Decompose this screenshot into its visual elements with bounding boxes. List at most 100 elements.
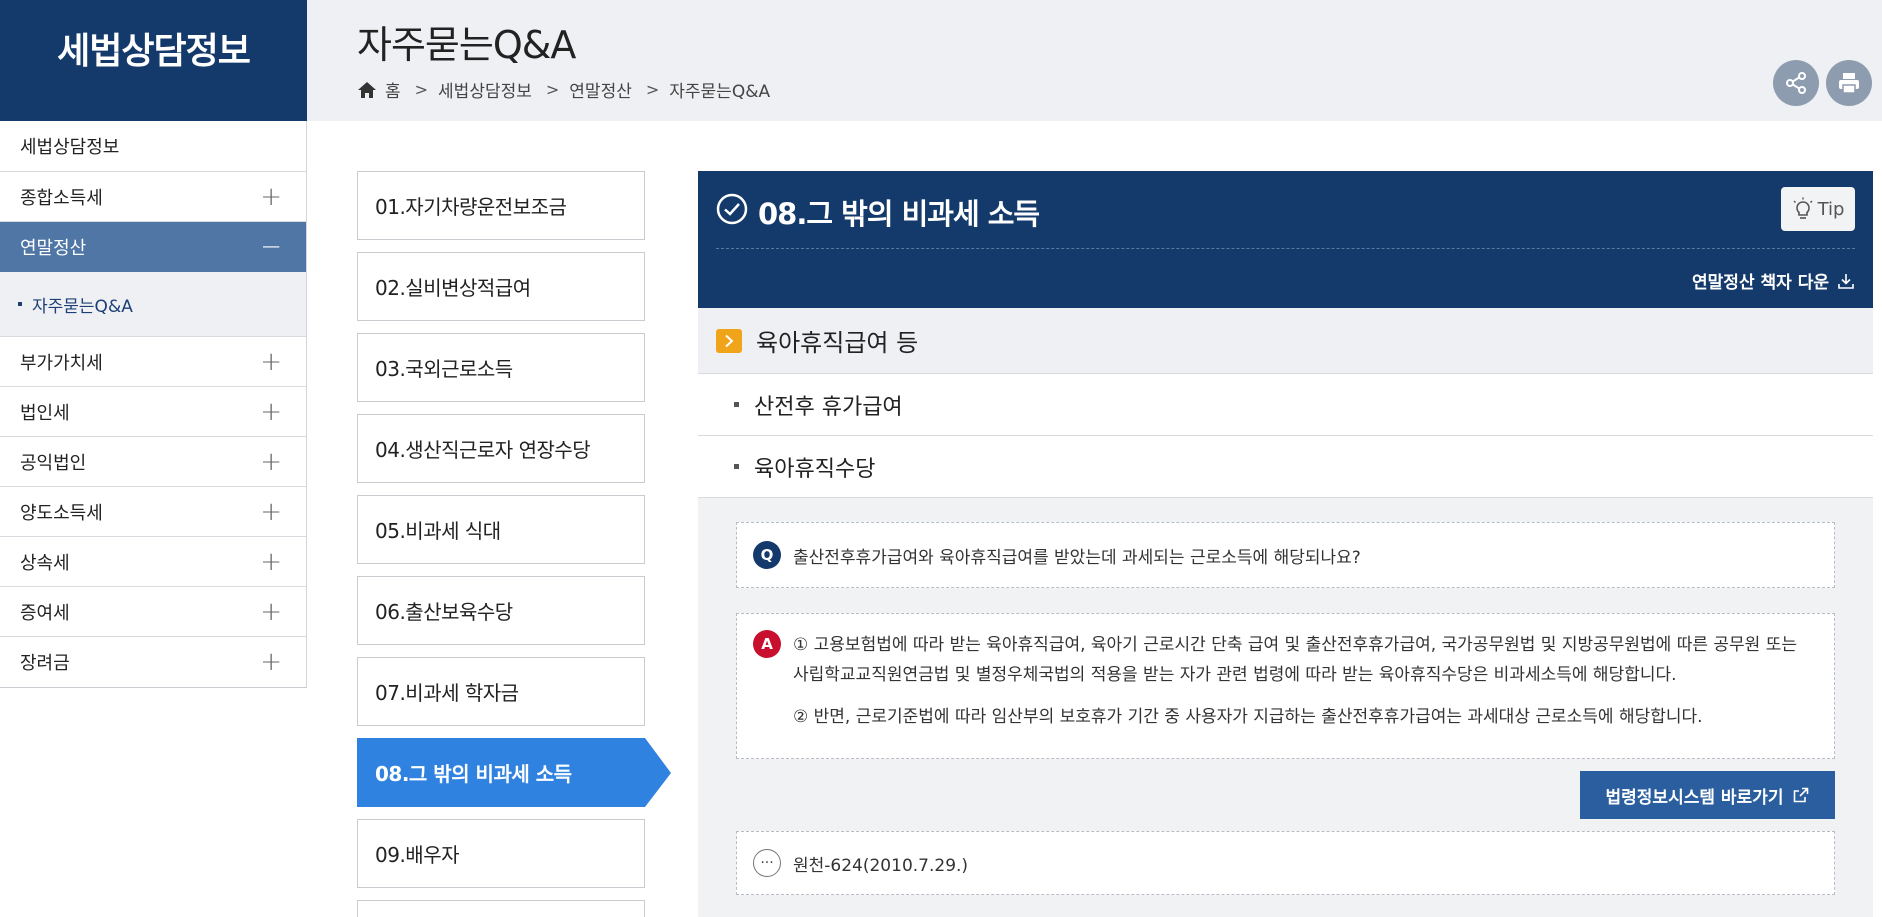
chevron-right-icon: > xyxy=(414,80,429,99)
expand-icon[interactable]: + xyxy=(260,399,282,425)
sidebar-item-label: 부가가치세 xyxy=(20,352,103,374)
reference-box: ··· 원천-624(2010.7.29.) xyxy=(736,831,1835,895)
sidebar-item-year-end-settlement[interactable]: 연말정산 − xyxy=(0,222,306,272)
category-label: 06.출산보육수당 xyxy=(375,600,513,624)
bullet-icon xyxy=(18,302,22,306)
expand-icon[interactable]: + xyxy=(260,499,282,525)
chevron-right-icon: > xyxy=(545,80,560,99)
sidebar-item-label: 장려금 xyxy=(20,653,70,674)
external-link-icon xyxy=(1794,787,1809,803)
category-list: 01.자기차량운전보조금 02.실비변상적급여 03.국외근로소득 04.생산직… xyxy=(357,171,671,917)
page-title: 자주묻는Q&A xyxy=(357,23,576,67)
sidebar-item-corporate-tax[interactable]: 법인세 + xyxy=(0,387,306,437)
download-label: 연말정산 책자 다운 xyxy=(1692,273,1829,293)
sidebar-item-tax-consult[interactable]: 세법상담정보 xyxy=(0,121,306,172)
breadcrumb: 홈 > 세법상담정보 > 연말정산 > 자주묻는Q&A xyxy=(357,77,770,102)
check-circle-icon xyxy=(716,193,748,225)
content-header: 08.그 밖의 비과세 소득 Tip 연말정산 책자 다운 xyxy=(698,171,1873,308)
sidebar-item-label: 세법상담정보 xyxy=(20,137,120,158)
expand-icon[interactable]: + xyxy=(260,349,282,375)
home-icon[interactable] xyxy=(357,81,377,99)
section-header[interactable]: 육아휴직급여 등 xyxy=(698,308,1873,374)
sidebar-item-vat[interactable]: 부가가치세 + xyxy=(0,337,306,387)
print-icon xyxy=(1839,73,1859,94)
expand-icon[interactable]: + xyxy=(260,649,282,675)
tip-label: Tip xyxy=(1817,198,1845,220)
sub-topic-label: 육아휴직수당 xyxy=(754,456,876,482)
expand-icon[interactable]: + xyxy=(260,449,282,475)
category-item[interactable]: 06.출산보육수당 xyxy=(357,576,645,645)
sidebar-nav: 세법상담정보 종합소득세 + 연말정산 − 자주묻는Q&A 부가가치세 + 법인… xyxy=(0,121,307,688)
answer-paragraph: ② 반면, 근로기준법에 따라 임산부의 보호휴가 기간 중 사용자가 지급하는… xyxy=(793,707,1703,727)
sidebar-item-public-interest[interactable]: 공익법인 + xyxy=(0,437,306,487)
reference-text: 원천-624(2010.7.29.) xyxy=(793,855,969,876)
collapse-icon[interactable]: − xyxy=(260,234,282,260)
sidebar-item-transfer-tax[interactable]: 양도소득세 + xyxy=(0,487,306,537)
sidebar-item-label: 연말정산 xyxy=(20,238,87,259)
download-book-link[interactable]: 연말정산 책자 다운 xyxy=(1692,268,1855,293)
bullet-icon xyxy=(734,464,739,469)
breadcrumb-item[interactable]: 세법상담정보 xyxy=(438,77,532,102)
category-label: 04.생산직근로자 연장수당 xyxy=(375,438,591,462)
sidebar-item-label: 증여세 xyxy=(20,602,70,624)
sidebar-item-gift-tax[interactable]: 증여세 + xyxy=(0,587,306,637)
category-item-active[interactable]: 08.그 밖의 비과세 소득 xyxy=(357,738,671,807)
category-item[interactable]: 03.국외근로소득 xyxy=(357,333,645,402)
category-item[interactable]: 07.비과세 학자금 xyxy=(357,657,645,726)
category-label: 05.비과세 식대 xyxy=(375,519,501,543)
sidebar-item-incentive[interactable]: 장려금 + xyxy=(0,637,306,687)
sidebar-item-label: 양도소득세 xyxy=(20,502,103,524)
more-icon: ··· xyxy=(753,849,781,877)
category-label: 09.배우자 xyxy=(375,843,460,867)
law-system-button[interactable]: 법령정보시스템 바로가기 xyxy=(1580,771,1835,819)
category-label: 01.자기차량운전보조금 xyxy=(375,195,567,219)
content-title: 08.그 밖의 비과세 소득 xyxy=(758,197,1040,231)
share-icon xyxy=(1786,72,1806,94)
site-brand[interactable]: 세법상담정보 xyxy=(0,0,307,121)
sidebar-item-label: 공익법인 xyxy=(20,452,87,474)
question-badge: Q xyxy=(753,541,781,569)
chevron-right-icon xyxy=(716,328,742,353)
sub-topic-item[interactable]: 산전후 휴가급여 xyxy=(698,374,1873,436)
breadcrumb-item[interactable]: 연말정산 xyxy=(569,77,632,102)
expand-icon[interactable]: + xyxy=(260,184,282,210)
category-label: 08.그 밖의 비과세 소득 xyxy=(375,762,572,786)
sidebar-subitem-label: 자주묻는Q&A xyxy=(32,296,133,317)
brand-title: 세법상담정보 xyxy=(57,31,251,72)
print-button[interactable] xyxy=(1826,60,1872,106)
sidebar-item-income-tax[interactable]: 종합소득세 + xyxy=(0,172,306,222)
expand-icon[interactable]: + xyxy=(260,599,282,625)
download-icon xyxy=(1838,273,1854,289)
breadcrumb-home[interactable]: 홈 xyxy=(385,77,401,102)
answer-box: A ① 고용보험법에 따라 받는 육아휴직급여, 육아기 근로시간 단축 급여 … xyxy=(736,613,1835,759)
sidebar-item-label: 상속세 xyxy=(20,552,70,574)
sidebar-item-label: 법인세 xyxy=(20,402,70,424)
category-label: 02.실비변상적급여 xyxy=(375,276,531,300)
sub-topic-item[interactable]: 육아휴직수당 xyxy=(698,436,1873,498)
expand-icon[interactable]: + xyxy=(260,549,282,575)
answer-paragraph: ① 고용보험법에 따라 받는 육아휴직급여, 육아기 근로시간 단축 급여 및 … xyxy=(793,635,1797,685)
tip-button[interactable]: Tip xyxy=(1781,187,1855,231)
divider xyxy=(716,248,1855,249)
share-button[interactable] xyxy=(1773,60,1819,106)
breadcrumb-current[interactable]: 자주묻는Q&A xyxy=(669,77,770,102)
section-title: 육아휴직급여 등 xyxy=(756,329,919,357)
answer-text: ① 고용보험법에 따라 받는 육아휴직급여, 육아기 근로시간 단축 급여 및 … xyxy=(793,630,1814,742)
content-panel: 08.그 밖의 비과세 소득 Tip 연말정산 책자 다운 육아휴직급여 등 산… xyxy=(698,171,1873,917)
question-text: 출산전후휴가급여와 육아휴직급여를 받았는데 과세되는 근로소득에 해당되나요? xyxy=(793,547,1361,568)
sidebar-item-inheritance-tax[interactable]: 상속세 + xyxy=(0,537,306,587)
bullet-icon xyxy=(734,402,739,407)
sub-topic-label: 산전후 휴가급여 xyxy=(754,394,903,420)
category-item[interactable]: 02.실비변상적급여 xyxy=(357,252,645,321)
category-item[interactable]: 09.배우자 xyxy=(357,819,645,888)
qa-panel: Q 출산전후휴가급여와 육아휴직급여를 받았는데 과세되는 근로소득에 해당되나… xyxy=(698,498,1873,917)
sidebar-subitem-faq[interactable]: 자주묻는Q&A xyxy=(0,272,306,337)
category-item[interactable]: 05.비과세 식대 xyxy=(357,495,645,564)
category-label: 03.국외근로소득 xyxy=(375,357,513,381)
category-item[interactable]: 04.생산직근로자 연장수당 xyxy=(357,414,645,483)
lightbulb-icon xyxy=(1793,197,1813,219)
category-item[interactable] xyxy=(357,900,645,917)
question-box: Q 출산전후휴가급여와 육아휴직급여를 받았는데 과세되는 근로소득에 해당되나… xyxy=(736,522,1835,588)
law-button-label: 법령정보시스템 바로가기 xyxy=(1605,787,1784,808)
category-item[interactable]: 01.자기차량운전보조금 xyxy=(357,171,645,240)
